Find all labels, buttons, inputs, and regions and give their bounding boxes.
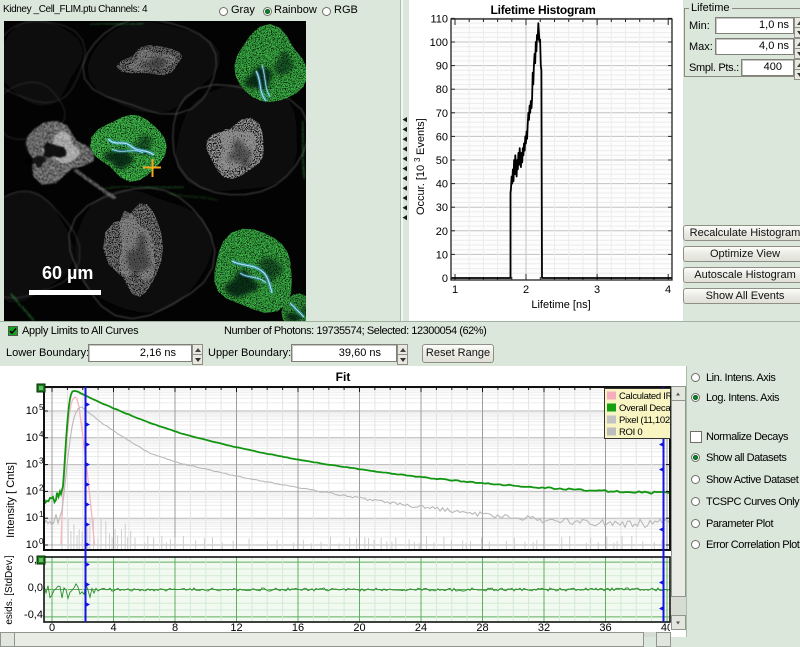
svg-text:60 µm: 60 µm: [42, 263, 93, 283]
svg-text:Occur. [10: Occur. [10: [415, 165, 427, 215]
svg-text:1: 1: [39, 510, 44, 519]
svg-text:100: 100: [430, 37, 448, 49]
svg-text:-0,4: -0,4: [24, 609, 43, 621]
svg-text:90: 90: [436, 61, 448, 73]
svg-text:10: 10: [26, 432, 38, 444]
svg-text:10: 10: [26, 512, 38, 524]
svg-text:40: 40: [436, 179, 448, 191]
svg-text:10: 10: [26, 459, 38, 471]
svg-text:0,0: 0,0: [28, 582, 43, 594]
svg-text:Events]: Events]: [415, 118, 427, 155]
svg-text:Intensity [ Cnts]: Intensity [ Cnts]: [5, 462, 17, 538]
svg-text:Lifetime [ns]: Lifetime [ns]: [531, 299, 590, 311]
svg-text:Pixel (11,102): Pixel (11,102): [619, 415, 673, 426]
svg-text:ROI 0: ROI 0: [619, 427, 642, 438]
svg-text:10: 10: [26, 485, 38, 497]
svg-text:110: 110: [430, 13, 448, 25]
svg-text:30: 30: [436, 202, 448, 214]
svg-text:4: 4: [39, 430, 44, 439]
svg-text:3: 3: [39, 457, 44, 466]
svg-text:3: 3: [413, 157, 422, 162]
svg-text:20: 20: [436, 226, 448, 238]
svg-text:Overall Decay: Overall Decay: [619, 403, 675, 414]
svg-text:Fit: Fit: [336, 370, 351, 384]
svg-text:1: 1: [452, 284, 458, 296]
svg-text:60: 60: [436, 131, 448, 143]
svg-text:Lifetime Histogram: Lifetime Histogram: [490, 3, 595, 17]
svg-text:4: 4: [665, 284, 671, 296]
svg-text:3: 3: [594, 284, 600, 296]
svg-text:80: 80: [436, 84, 448, 96]
svg-text:10: 10: [26, 405, 38, 417]
svg-text:10: 10: [436, 249, 448, 261]
svg-text:2: 2: [523, 284, 529, 296]
svg-text:esids. [StdDev.]: esids. [StdDev.]: [4, 555, 15, 625]
svg-text:0: 0: [39, 537, 44, 546]
svg-text:2: 2: [39, 483, 44, 492]
svg-text:10: 10: [26, 539, 38, 551]
svg-text:5: 5: [39, 403, 44, 412]
svg-text:70: 70: [436, 108, 448, 120]
svg-text:0: 0: [442, 273, 448, 285]
svg-text:50: 50: [436, 155, 448, 167]
svg-text:Calculated IRF: Calculated IRF: [619, 391, 678, 402]
